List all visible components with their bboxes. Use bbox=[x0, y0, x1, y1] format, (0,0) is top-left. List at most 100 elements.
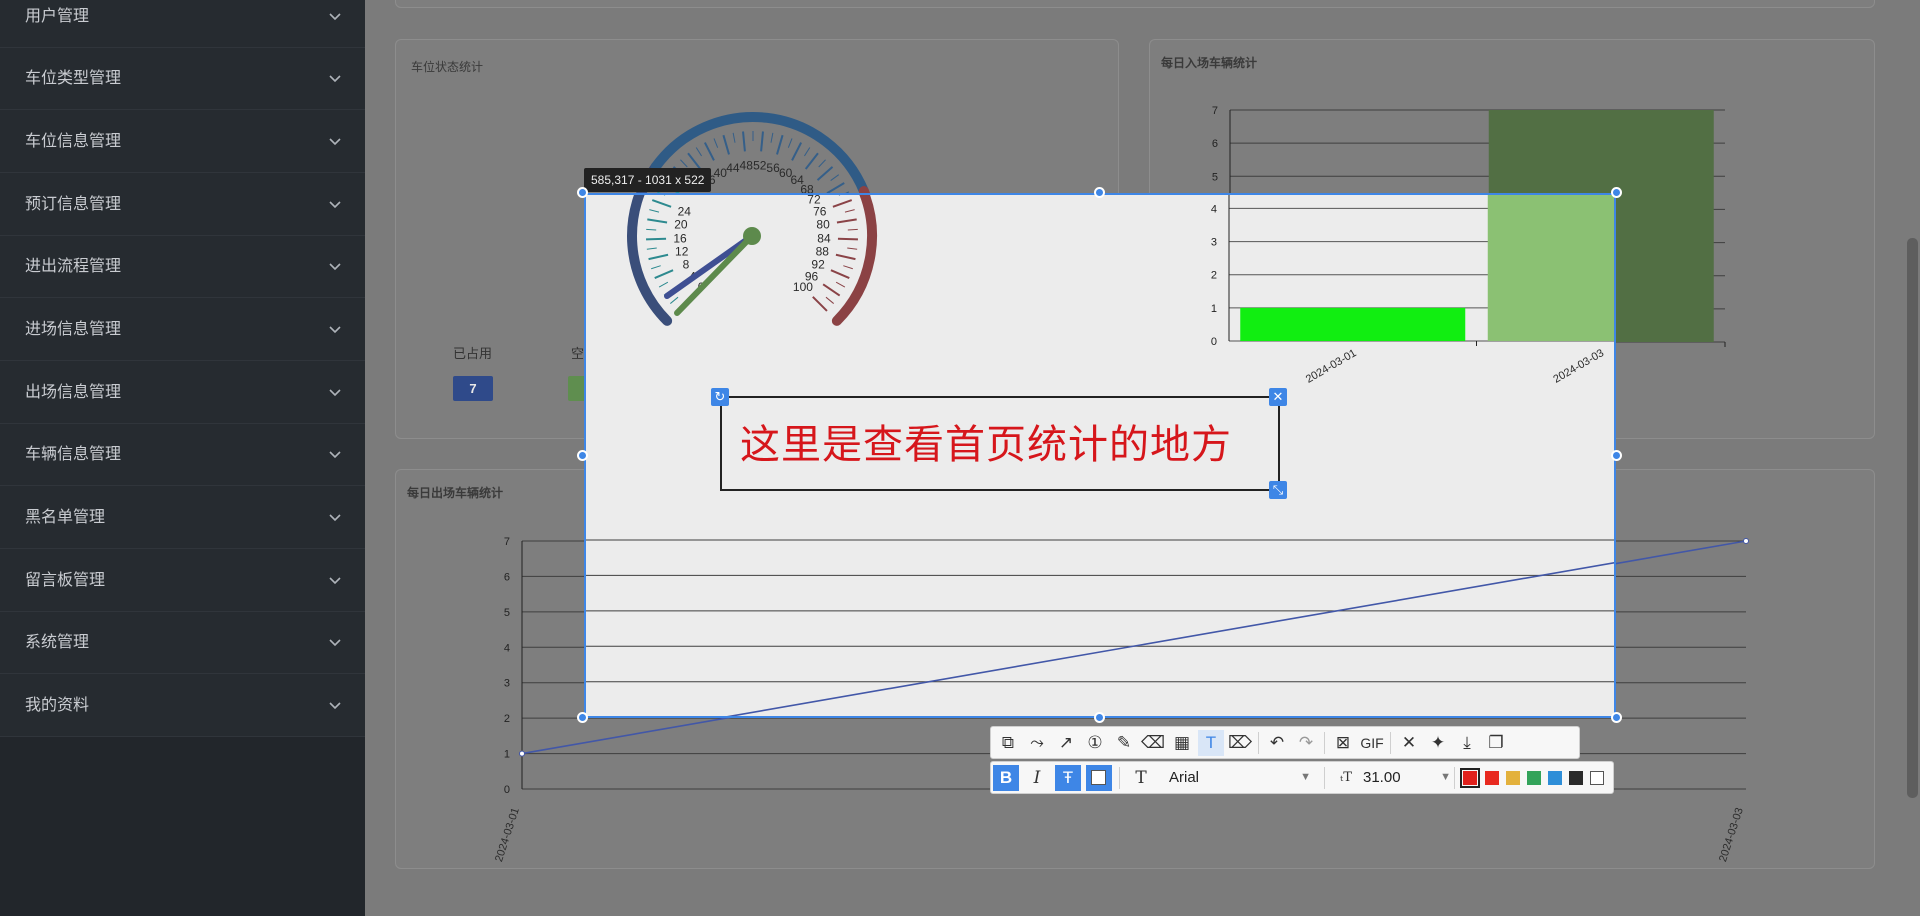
chevron-down-icon bbox=[329, 138, 341, 146]
separator bbox=[1324, 767, 1325, 789]
color-swatch-black[interactable] bbox=[1569, 771, 1583, 785]
color-swatch-yellow[interactable] bbox=[1506, 771, 1520, 785]
sidebar-item-label: 用户管理 bbox=[25, 8, 90, 25]
resize-handle-bottom-left[interactable] bbox=[577, 712, 588, 723]
gauge-tick bbox=[651, 199, 672, 208]
rotate-icon[interactable]: ↻ bbox=[711, 388, 729, 406]
chevron-down-icon bbox=[329, 263, 341, 271]
gauge-tick bbox=[804, 152, 819, 170]
font-family-select[interactable]: Arial ▼ bbox=[1169, 762, 1319, 793]
resize-text-icon[interactable]: ⤡ bbox=[1269, 481, 1287, 499]
color-swatch-red-selected[interactable] bbox=[1460, 768, 1480, 788]
color-swatch-green[interactable] bbox=[1527, 771, 1541, 785]
x-tick-label: 2024-03-01 bbox=[493, 806, 522, 863]
text-fill-button[interactable]: Ŧ bbox=[1055, 765, 1081, 791]
resize-handle-top-right[interactable] bbox=[1611, 187, 1622, 198]
sidebar-item-space-info[interactable]: 车位信息管理 bbox=[0, 111, 365, 173]
gauge-tick bbox=[847, 247, 858, 250]
gauge-tick bbox=[787, 138, 793, 148]
download-icon[interactable]: ⤓ bbox=[1454, 730, 1480, 756]
eraser-icon[interactable]: ⌦ bbox=[1227, 730, 1253, 756]
scrollbar-thumb[interactable] bbox=[1907, 238, 1918, 798]
gauge-tick-label: 24 bbox=[678, 205, 692, 219]
sidebar-item-space-type[interactable]: 车位类型管理 bbox=[0, 48, 365, 110]
undo-icon[interactable]: ↶ bbox=[1264, 730, 1290, 756]
y-tick-label: 3 bbox=[1211, 237, 1217, 249]
gauge-tick-label: 100 bbox=[793, 280, 813, 294]
gauge-tick bbox=[844, 209, 855, 213]
sidebar-item-blacklist[interactable]: 黑名单管理 bbox=[0, 487, 365, 549]
text-icon[interactable]: T bbox=[1198, 730, 1224, 756]
resize-handle-left[interactable] bbox=[577, 450, 588, 461]
legend-occupied-label: 已占用 bbox=[453, 346, 493, 361]
shape-icon[interactable]: ⧉ bbox=[995, 730, 1021, 756]
separator bbox=[1258, 732, 1259, 754]
y-tick-label: 5 bbox=[504, 607, 510, 619]
gif-icon[interactable]: GIF bbox=[1359, 730, 1385, 756]
arrow-icon[interactable]: ↗ bbox=[1053, 730, 1079, 756]
y-tick-label: 0 bbox=[504, 784, 510, 796]
chevron-down-icon bbox=[329, 577, 341, 585]
sidebar-item-entry[interactable]: 进场信息管理 bbox=[0, 299, 365, 361]
gauge-tick-label: 48 bbox=[740, 158, 754, 172]
data-point bbox=[519, 750, 525, 757]
delete-text-icon[interactable]: ✕ bbox=[1269, 388, 1287, 406]
gauge-tick-label: 20 bbox=[674, 218, 688, 232]
background-toggle[interactable] bbox=[1086, 765, 1112, 791]
sidebar-item-system[interactable]: 系统管理 bbox=[0, 612, 365, 674]
gauge-tick bbox=[837, 237, 858, 241]
y-tick-label: 1 bbox=[1211, 303, 1217, 315]
redo-icon[interactable]: ↷ bbox=[1293, 730, 1319, 756]
gauge-tick bbox=[825, 296, 834, 304]
dropdown-arrow-icon: ▼ bbox=[1300, 771, 1311, 783]
y-tick-label: 6 bbox=[1212, 138, 1218, 150]
pen-icon[interactable]: ✎ bbox=[1111, 730, 1137, 756]
pin-icon[interactable]: ✦ bbox=[1425, 730, 1451, 756]
sidebar-item-label: 车位类型管理 bbox=[25, 70, 122, 87]
y-tick-label: 6 bbox=[504, 571, 510, 583]
gauge-tick bbox=[818, 159, 826, 168]
chevron-down-icon bbox=[329, 75, 341, 83]
polyline-icon[interactable]: ⤳ bbox=[1024, 730, 1050, 756]
sidebar-item-user[interactable]: 用户管理 bbox=[0, 0, 365, 48]
gauge-hub bbox=[743, 227, 761, 245]
number-icon[interactable]: ① bbox=[1082, 730, 1108, 756]
x-tick-label: 2024-03-03 bbox=[1551, 347, 1606, 386]
sidebar-item-profile[interactable]: 我的资料 bbox=[0, 675, 365, 737]
resize-handle-bottom[interactable] bbox=[1094, 712, 1105, 723]
scroll-capture-icon[interactable]: ⊠ bbox=[1330, 730, 1356, 756]
sidebar-item-flow[interactable]: 进出流程管理 bbox=[0, 236, 365, 298]
bold-button[interactable]: B bbox=[993, 765, 1019, 791]
resize-handle-top-left[interactable] bbox=[577, 187, 588, 198]
sidebar-item-label: 留言板管理 bbox=[25, 572, 106, 589]
chevron-down-icon bbox=[329, 451, 341, 459]
color-swatch-white[interactable] bbox=[1590, 771, 1604, 785]
color-swatch-blue[interactable] bbox=[1548, 771, 1562, 785]
y-tick-label: 7 bbox=[1212, 105, 1218, 117]
gauge-tick bbox=[812, 296, 828, 312]
resize-handle-top[interactable] bbox=[1094, 187, 1105, 198]
text-annotation-box[interactable]: 这里是查看首页统计的地方 bbox=[720, 396, 1280, 491]
sidebar-item-messages[interactable]: 留言板管理 bbox=[0, 550, 365, 612]
sidebar-item-vehicle[interactable]: 车辆信息管理 bbox=[0, 424, 365, 486]
sidebar-item-exit[interactable]: 出场信息管理 bbox=[0, 362, 365, 424]
gauge-tick bbox=[816, 166, 834, 181]
annotation-text[interactable]: 这里是查看首页统计的地方 bbox=[740, 412, 1232, 470]
copy-icon[interactable]: ❐ bbox=[1483, 730, 1509, 756]
resize-handle-bottom-right[interactable] bbox=[1611, 712, 1622, 723]
close-icon[interactable]: ✕ bbox=[1396, 730, 1422, 756]
italic-button[interactable]: I bbox=[1024, 765, 1050, 791]
chevron-down-icon bbox=[329, 389, 341, 397]
resize-handle-right[interactable] bbox=[1611, 450, 1622, 461]
gauge-tick bbox=[680, 159, 688, 168]
sidebar-item-booking[interactable]: 预订信息管理 bbox=[0, 174, 365, 236]
y-tick-label: 2 bbox=[504, 713, 510, 725]
font-size-select[interactable]: 31.00 ▼ bbox=[1363, 762, 1463, 793]
gauge-tick bbox=[791, 142, 803, 161]
color-swatch-red[interactable] bbox=[1485, 771, 1499, 785]
mosaic-icon[interactable]: ▦ bbox=[1169, 730, 1195, 756]
separator bbox=[1390, 732, 1391, 754]
y-tick-label: 1 bbox=[504, 749, 510, 761]
sidebar-item-label: 系统管理 bbox=[25, 634, 90, 651]
marker-icon[interactable]: ⌫ bbox=[1140, 730, 1166, 756]
